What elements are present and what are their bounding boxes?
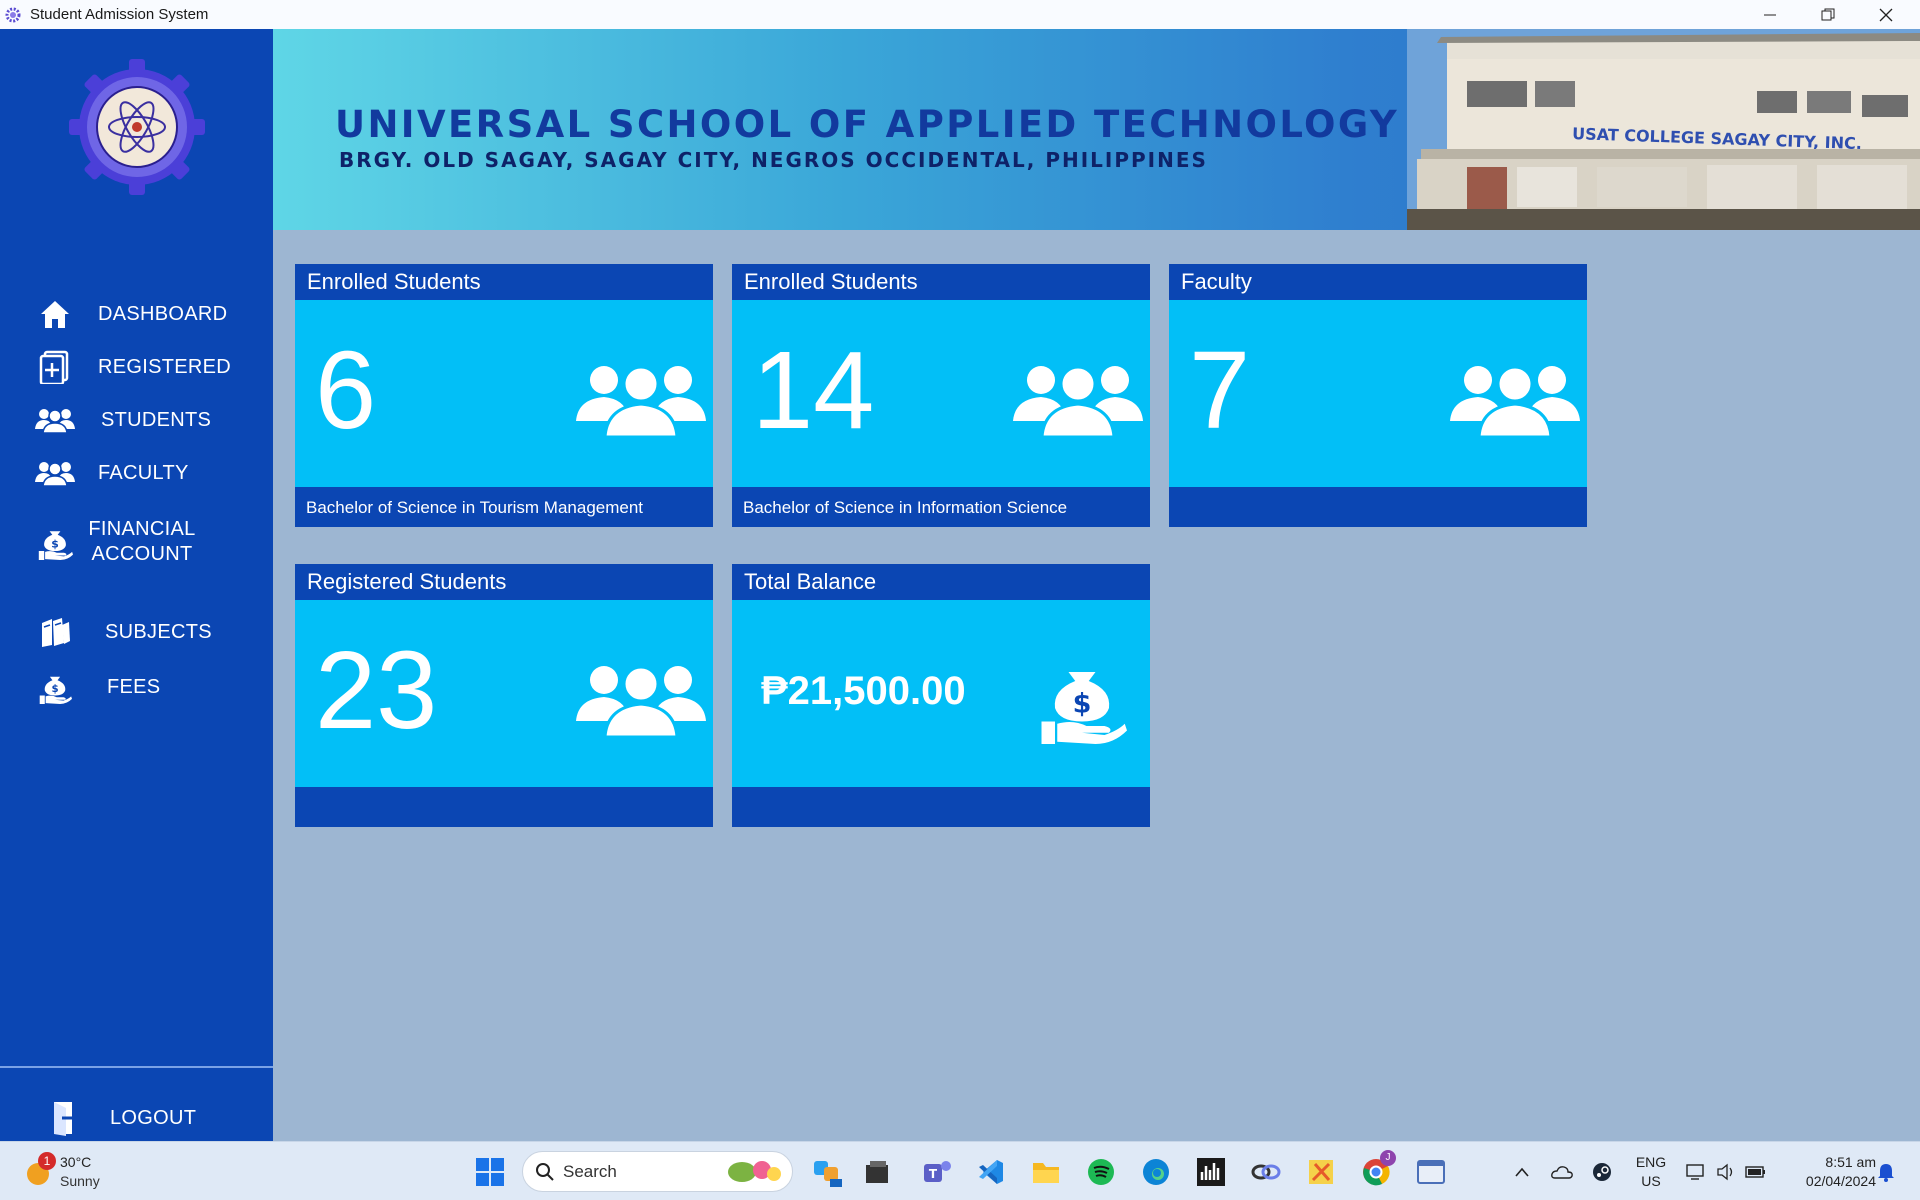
card-value: 14 — [752, 329, 875, 452]
card-value: 6 — [315, 329, 377, 452]
restore-button[interactable] — [1799, 0, 1857, 29]
sidebar-item-subjects[interactable]: SUBJECTS — [30, 609, 265, 655]
header-banner: UNIVERSAL SCHOOL OF APPLIED TECHNOLOGY B… — [273, 29, 1920, 230]
card-footer — [295, 787, 713, 827]
chevron-up-icon[interactable] — [1510, 1152, 1534, 1192]
sidebar-item-faculty[interactable]: FACULTY — [30, 450, 265, 496]
windows-icon — [476, 1158, 504, 1186]
money-hand-icon — [1032, 654, 1132, 744]
card-value: 23 — [315, 629, 438, 752]
users-icon — [30, 400, 80, 440]
active-window-icon[interactable] — [1411, 1152, 1451, 1192]
card-title: Registered Students — [295, 564, 713, 600]
notification-bell-icon[interactable] — [1874, 1152, 1898, 1192]
clock[interactable]: 8:51 am 02/04/2024 — [1782, 1152, 1876, 1192]
sidebar-item-dashboard[interactable]: DASHBOARD — [30, 291, 265, 337]
logout-icon — [40, 1098, 90, 1138]
link-app-icon[interactable] — [1246, 1152, 1286, 1192]
users-icon — [1011, 359, 1145, 439]
sidebar-item-label: SUBJECTS — [105, 620, 212, 643]
language-indicator[interactable]: ENG US — [1628, 1152, 1674, 1192]
search-placeholder: Search — [563, 1161, 617, 1181]
steam-icon[interactable] — [1590, 1152, 1614, 1192]
school-logo — [68, 57, 206, 197]
users-icon — [30, 453, 80, 493]
clock-date: 02/04/2024 — [1805, 1173, 1876, 1189]
onedrive-icon[interactable] — [1550, 1152, 1574, 1192]
sidebar-item-fees[interactable]: FEES — [30, 664, 265, 710]
money-hand-icon — [30, 667, 80, 707]
close-button[interactable] — [1857, 0, 1915, 29]
card-footer: Bachelor of Science in Tourism Managemen… — [295, 487, 713, 527]
volume-icon[interactable] — [1714, 1152, 1738, 1192]
sidebar-item-students[interactable]: STUDENTS — [30, 397, 265, 443]
sidebar-item-label: STUDENTS — [101, 408, 212, 431]
title-bar: Student Admission System — [0, 0, 1920, 29]
chrome-icon[interactable]: J — [1356, 1150, 1396, 1192]
school-building-image: USAT COLLEGE SAGAY CITY, INC. — [1407, 29, 1920, 230]
books-icon — [30, 612, 80, 652]
audio-analyzer-icon[interactable] — [1191, 1152, 1231, 1192]
logout-button[interactable]: LOGOUT — [40, 1095, 275, 1141]
sidebar-item-label: FINANCIAL ACCOUNT — [88, 518, 196, 565]
weather-widget[interactable]: 1 30°C Sunny — [24, 1152, 124, 1192]
users-icon — [574, 659, 708, 739]
tools-app-icon[interactable] — [1301, 1152, 1341, 1192]
folder-icon[interactable] — [1026, 1152, 1066, 1192]
sidebar-item-label: FEES — [107, 675, 161, 698]
sun-icon: 1 — [24, 1152, 56, 1186]
spotify-icon[interactable] — [1081, 1152, 1121, 1192]
svg-text:T: T — [929, 1167, 938, 1181]
weather-temp: 30°C — [60, 1154, 92, 1170]
sidebar-item-label: REGISTERED — [98, 355, 232, 378]
minimize-button[interactable] — [1741, 0, 1799, 29]
weather-condition: Sunny — [60, 1173, 100, 1189]
users-icon — [1448, 359, 1582, 439]
card-faculty[interactable]: Faculty 7 — [1169, 264, 1587, 527]
taskbar: 1 30°C Sunny Search T J ENG US 8:51 am 0… — [0, 1141, 1920, 1200]
search-highlight-icon — [722, 1154, 784, 1189]
file-explorer-dark-icon[interactable] — [857, 1152, 897, 1192]
card-enrolled-information-science[interactable]: Enrolled Students 14 Bachelor of Science… — [732, 264, 1150, 527]
card-value: ₱21,500.00 — [761, 669, 966, 713]
card-value: 7 — [1189, 329, 1251, 452]
card-registered-students[interactable]: Registered Students 23 — [295, 564, 713, 827]
school-address: BRGY. OLD SAGAY, SAGAY CITY, NEGROS OCCI… — [339, 148, 1208, 172]
teams-icon[interactable]: T — [917, 1152, 957, 1192]
sidebar-item-label: FACULTY — [98, 461, 189, 484]
card-enrolled-tourism[interactable]: Enrolled Students 6 Bachelor of Science … — [295, 264, 713, 527]
window-title: Student Admission System — [30, 6, 209, 23]
clock-time: 8:51 am — [1825, 1154, 1876, 1170]
users-icon — [574, 359, 708, 439]
card-footer: Bachelor of Science in Information Scien… — [732, 487, 1150, 527]
school-name: UNIVERSAL SCHOOL OF APPLIED TECHNOLOGY — [335, 103, 1400, 146]
sidebar-item-financial-account[interactable]: FINANCIAL ACCOUNT — [30, 514, 265, 570]
add-document-icon — [30, 347, 80, 387]
card-title: Faculty — [1169, 264, 1587, 300]
vscode-icon[interactable] — [971, 1152, 1011, 1192]
card-title: Enrolled Students — [295, 264, 713, 300]
weather-badge: 1 — [38, 1152, 56, 1170]
start-button[interactable] — [470, 1152, 510, 1192]
card-title: Total Balance — [732, 564, 1150, 600]
card-footer — [1169, 487, 1587, 527]
taskbar-search[interactable]: Search — [522, 1151, 793, 1192]
sidebar-divider — [0, 1066, 273, 1068]
app-gear-icon — [3, 5, 23, 25]
money-hand-icon — [30, 522, 80, 562]
sidebar-item-registered[interactable]: REGISTERED — [30, 344, 265, 390]
chrome-profile-badge: J — [1380, 1150, 1396, 1166]
logout-label: LOGOUT — [110, 1106, 197, 1129]
copilot-icon[interactable] — [807, 1152, 847, 1192]
home-icon — [30, 294, 80, 334]
card-footer — [732, 787, 1150, 827]
network-icon[interactable] — [1684, 1152, 1708, 1192]
sidebar-item-label: DASHBOARD — [98, 302, 228, 325]
card-title: Enrolled Students — [732, 264, 1150, 300]
card-total-balance[interactable]: Total Balance ₱21,500.00 — [732, 564, 1150, 827]
edge-icon[interactable] — [1136, 1152, 1176, 1192]
sidebar: DASHBOARD REGISTERED STUDENTS FACULTY FI… — [0, 29, 273, 1141]
search-icon — [536, 1162, 554, 1181]
battery-icon[interactable] — [1744, 1152, 1768, 1192]
